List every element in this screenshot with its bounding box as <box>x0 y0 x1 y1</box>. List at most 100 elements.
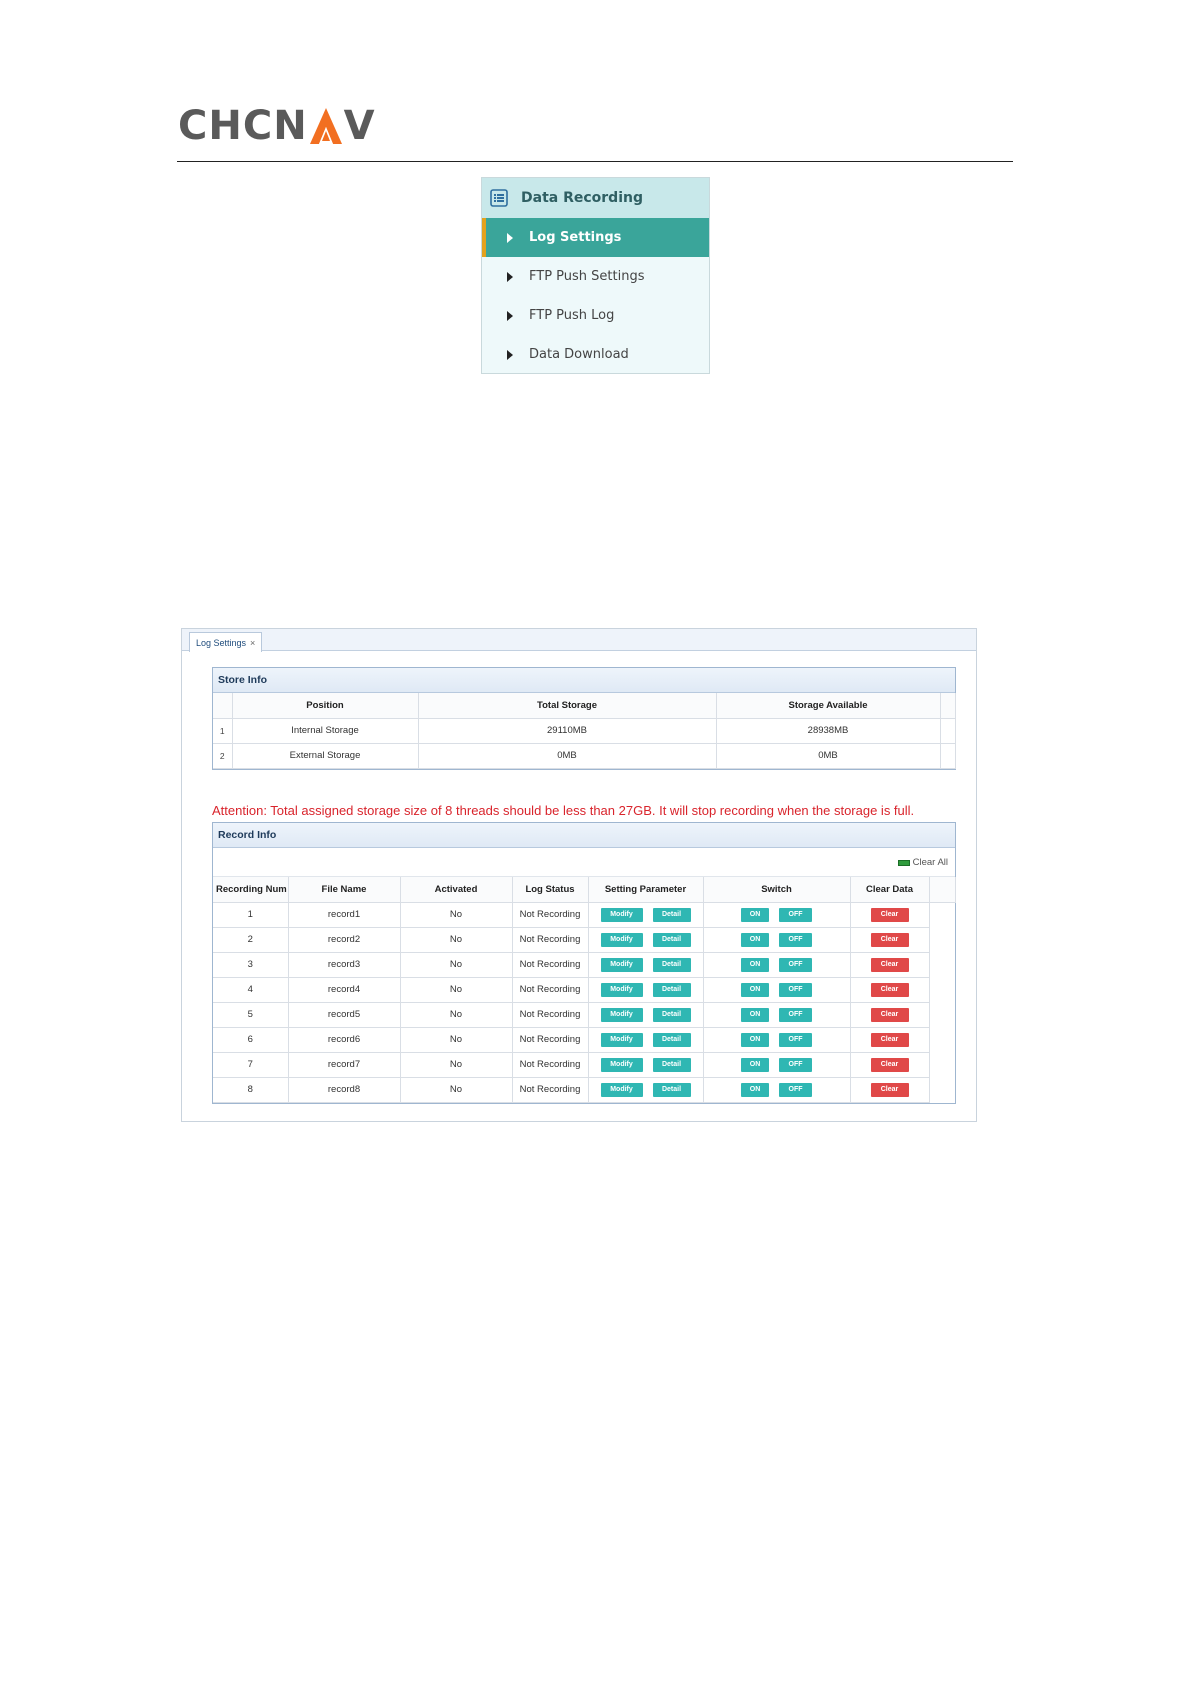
on-button[interactable]: ON <box>741 1057 769 1072</box>
setting-parameter-cell: Modify Detail <box>588 927 704 953</box>
detail-button[interactable]: Detail <box>652 932 691 947</box>
on-button[interactable]: ON <box>741 1007 769 1022</box>
detail-button[interactable]: Detail <box>652 1007 691 1022</box>
table-row[interactable]: 6 record6 No Not Recording Modify Detail ON OFF… <box>213 1027 955 1053</box>
table-row[interactable]: 1 Internal Storage 29110MB 28938MB <box>213 718 956 744</box>
activated-cell: No <box>400 1077 513 1103</box>
on-button[interactable]: ON <box>741 1082 769 1097</box>
table-row[interactable]: 3 record3 No Not Recording Modify Detail ON OFF… <box>213 952 955 978</box>
clear-data-cell: Clear <box>850 902 930 928</box>
off-button[interactable]: OFF <box>779 1032 812 1047</box>
detail-button[interactable]: Detail <box>652 1032 691 1047</box>
clear-button[interactable]: Clear <box>870 982 909 997</box>
modify-button[interactable]: Modify <box>600 1082 643 1097</box>
clear-button[interactable]: Clear <box>870 1032 909 1047</box>
column-header: Recording Num <box>213 877 289 903</box>
modify-button[interactable]: Modify <box>600 1007 643 1022</box>
table-row[interactable]: 5 record5 No Not Recording Modify Detail ON OFF… <box>213 1002 955 1028</box>
file-name-cell: record2 <box>288 927 401 953</box>
spacer-cell <box>929 952 955 977</box>
on-button[interactable]: ON <box>741 932 769 947</box>
column-header <box>929 877 956 903</box>
activated-cell: No <box>400 952 513 978</box>
caret-right-icon <box>507 349 513 360</box>
log-status-cell: Not Recording <box>512 1052 589 1078</box>
clear-button[interactable]: Clear <box>870 1082 909 1097</box>
modify-button[interactable]: Modify <box>600 957 643 972</box>
file-name-cell: record5 <box>288 1002 401 1028</box>
spacer-cell <box>940 718 956 744</box>
column-header <box>213 693 233 719</box>
on-button[interactable]: ON <box>741 957 769 972</box>
activated-cell: No <box>400 902 513 928</box>
spacer-cell <box>929 1077 955 1102</box>
menu-item-ftp-push-settings[interactable]: FTP Push Settings <box>482 257 709 296</box>
table-row[interactable]: 2 record2 No Not Recording Modify Detail ON OFF… <box>213 927 955 953</box>
off-button[interactable]: OFF <box>779 1082 812 1097</box>
column-header: Clear Data <box>850 877 930 903</box>
table-row[interactable]: 8 record8 No Not Recording Modify Detail ON OFF… <box>213 1077 955 1103</box>
on-button[interactable]: ON <box>741 907 769 922</box>
switch-cell: ON OFF <box>703 1052 851 1078</box>
table-row[interactable]: 2 External Storage 0MB 0MB <box>213 743 956 769</box>
menu-item-label: FTP Push Log <box>529 308 615 323</box>
table-row[interactable]: 1 record1 No Not Recording Modify Detail ON OFF… <box>213 902 955 928</box>
clear-all-icon <box>897 859 910 866</box>
tab-log-settings[interactable]: Log Settings × <box>189 632 263 652</box>
detail-button[interactable]: Detail <box>652 957 691 972</box>
column-header: Activated <box>400 877 513 903</box>
modify-button[interactable]: Modify <box>600 1032 643 1047</box>
table-row[interactable]: 7 record7 No Not Recording Modify Detail ON OFF… <box>213 1052 955 1078</box>
modify-button[interactable]: Modify <box>600 932 643 947</box>
off-button[interactable]: OFF <box>779 1057 812 1072</box>
menu-header-label: Data Recording <box>521 190 643 206</box>
clear-button[interactable]: Clear <box>870 957 909 972</box>
table-row[interactable]: 4 record4 No Not Recording Modify Detail ON OFF… <box>213 977 955 1003</box>
recording-num-cell: 1 <box>213 902 289 928</box>
off-button[interactable]: OFF <box>779 982 812 997</box>
detail-button[interactable]: Detail <box>652 982 691 997</box>
column-header: Switch <box>703 877 851 903</box>
clear-data-cell: Clear <box>850 1052 930 1078</box>
logo-a-mark <box>309 107 343 145</box>
spacer-cell <box>929 927 955 952</box>
on-button[interactable]: ON <box>741 1032 769 1047</box>
clear-data-cell: Clear <box>850 1077 930 1103</box>
clear-button[interactable]: Clear <box>870 932 909 947</box>
setting-parameter-cell: Modify Detail <box>588 952 704 978</box>
off-button[interactable]: OFF <box>779 907 812 922</box>
close-icon[interactable]: × <box>250 638 255 648</box>
off-button[interactable]: OFF <box>779 932 812 947</box>
position-cell: External Storage <box>232 743 419 769</box>
position-cell: Internal Storage <box>232 718 419 744</box>
log-status-cell: Not Recording <box>512 927 589 953</box>
store-info-title: Store Info <box>213 668 955 693</box>
modify-button[interactable]: Modify <box>600 1057 643 1072</box>
detail-button[interactable]: Detail <box>652 907 691 922</box>
clear-all-button[interactable]: Clear All <box>897 857 948 868</box>
clear-data-cell: Clear <box>850 927 930 953</box>
column-header: Position <box>232 693 419 719</box>
menu-item-log-settings[interactable]: Log Settings <box>482 218 709 257</box>
clear-button[interactable]: Clear <box>870 1057 909 1072</box>
menu-item-data-download[interactable]: Data Download <box>482 335 709 374</box>
off-button[interactable]: OFF <box>779 957 812 972</box>
total-storage-cell: 0MB <box>418 743 717 769</box>
log-status-cell: Not Recording <box>512 952 589 978</box>
spacer-cell <box>940 743 956 769</box>
column-header <box>940 693 956 719</box>
file-name-cell: record8 <box>288 1077 401 1103</box>
menu-item-ftp-push-log[interactable]: FTP Push Log <box>482 296 709 335</box>
on-button[interactable]: ON <box>741 982 769 997</box>
detail-button[interactable]: Detail <box>652 1082 691 1097</box>
modify-button[interactable]: Modify <box>600 982 643 997</box>
setting-parameter-cell: Modify Detail <box>588 1027 704 1053</box>
clear-button[interactable]: Clear <box>870 907 909 922</box>
detail-button[interactable]: Detail <box>652 1057 691 1072</box>
clear-button[interactable]: Clear <box>870 1007 909 1022</box>
recording-num-cell: 8 <box>213 1077 289 1103</box>
off-button[interactable]: OFF <box>779 1007 812 1022</box>
menu-header[interactable]: Data Recording <box>482 178 709 218</box>
modify-button[interactable]: Modify <box>600 907 643 922</box>
record-toolbar: Clear All <box>213 848 955 877</box>
